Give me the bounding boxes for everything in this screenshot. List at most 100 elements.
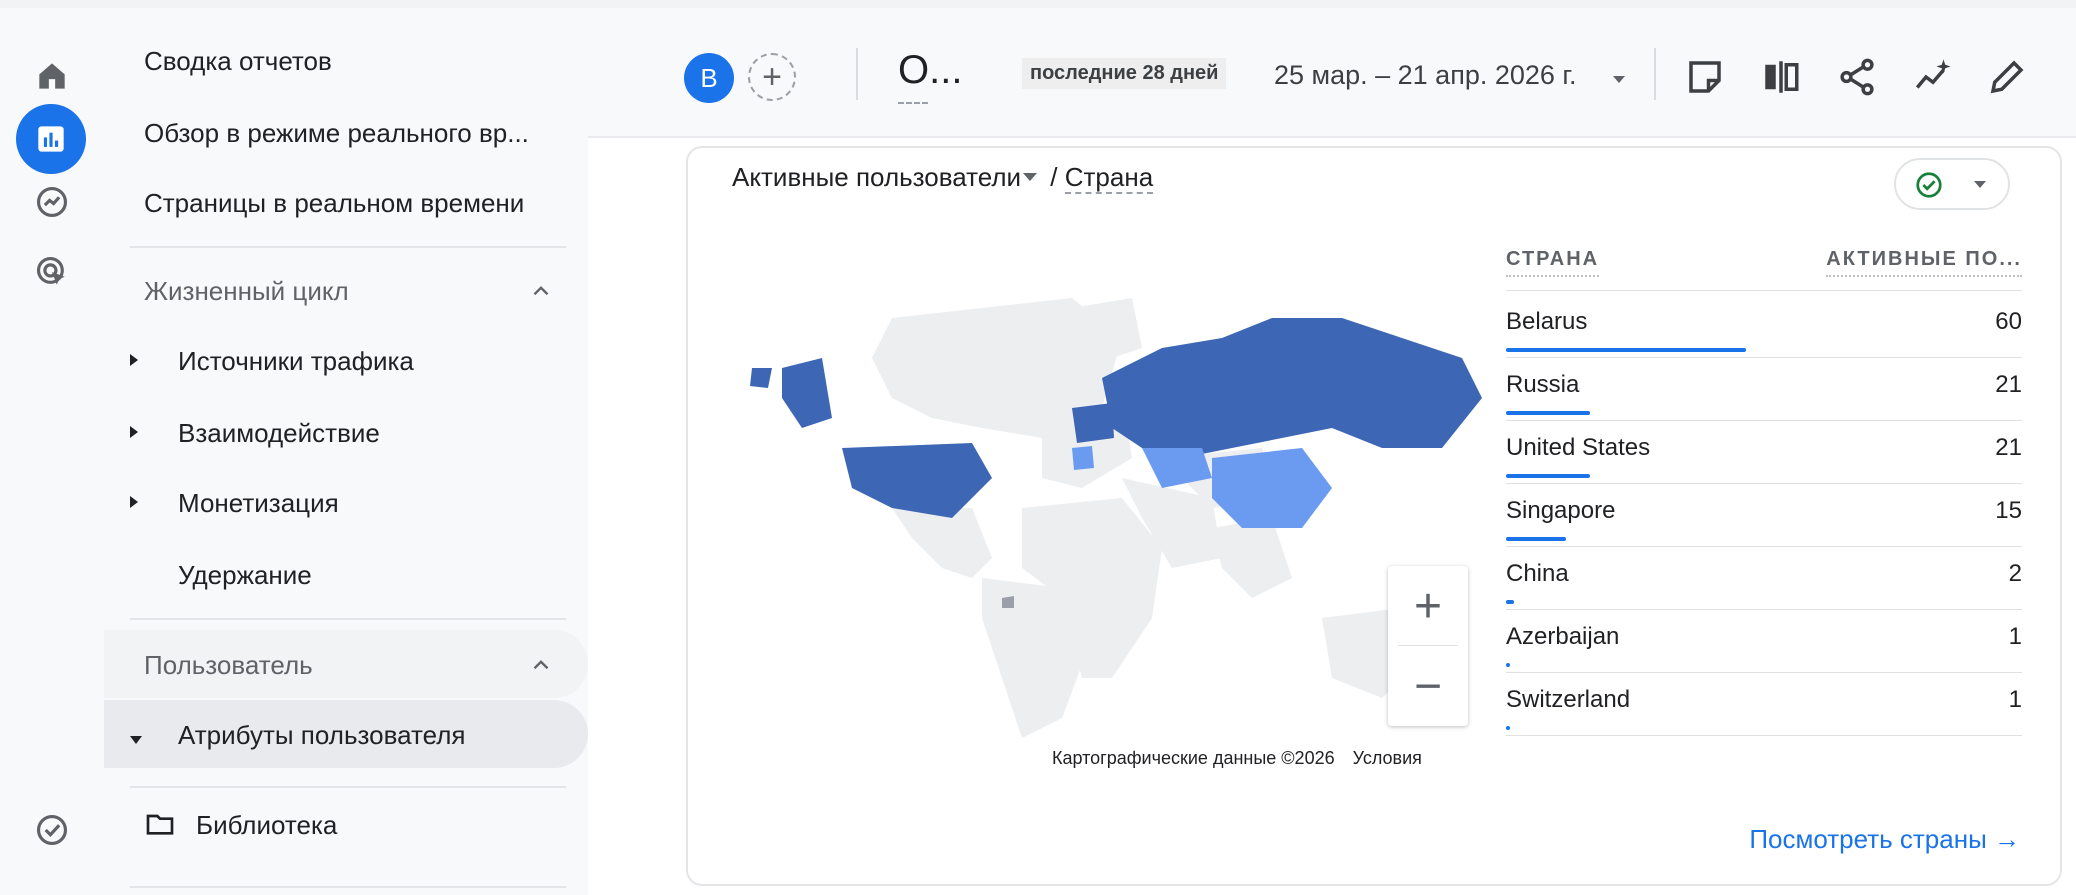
explore-trend-icon xyxy=(36,186,68,218)
view-countries-link[interactable]: Посмотреть страны → xyxy=(1749,824,2020,855)
active-users-value: 21 xyxy=(1995,371,2022,398)
map-terms-link[interactable]: Условия xyxy=(1353,748,1422,768)
check-circle-icon xyxy=(1916,172,1942,198)
admin-check-rail-button[interactable] xyxy=(18,796,86,864)
map-data-credit: Картографические данные ©2026 xyxy=(1052,748,1335,768)
value-bar xyxy=(1506,474,1590,478)
table-row[interactable]: Russia 21 xyxy=(1506,359,2022,421)
value-bar xyxy=(1506,411,1590,415)
expand-arrow-icon[interactable] xyxy=(130,354,138,366)
check-circle-icon xyxy=(36,814,68,846)
active-users-value: 1 xyxy=(2008,623,2022,650)
map-region-alaska xyxy=(782,358,832,428)
table-row[interactable]: China 2 xyxy=(1506,548,2022,610)
add-comparison-button[interactable]: + xyxy=(748,53,796,101)
country-name: United States xyxy=(1506,434,1651,461)
country-name: Switzerland xyxy=(1506,686,1631,713)
data-quality-button[interactable] xyxy=(1894,158,2010,210)
nav-divider xyxy=(130,246,566,248)
row-divider xyxy=(1506,546,2022,547)
country-name: Belarus xyxy=(1506,308,1588,335)
row-divider xyxy=(1506,672,2022,673)
top-strip xyxy=(0,0,2076,8)
nav-section-lifecycle[interactable]: Жизненный цикл xyxy=(144,276,349,307)
value-bar xyxy=(1506,348,1746,352)
map-region-mexico xyxy=(892,508,992,578)
value-bar xyxy=(1506,726,1510,730)
dimension-selector[interactable]: Страна xyxy=(1064,162,1154,194)
nav-item-traffic[interactable]: Источники трафика xyxy=(178,346,414,377)
metric-dropdown-icon[interactable] xyxy=(1023,173,1038,182)
table-row[interactable]: Switzerland 1 xyxy=(1506,674,2022,736)
date-dropdown-icon[interactable] xyxy=(1613,76,1625,83)
expand-arrow-icon[interactable] xyxy=(130,496,138,508)
table-row[interactable]: Azerbaijan 1 xyxy=(1506,611,2022,673)
zoom-in-button[interactable]: + xyxy=(1388,566,1468,646)
explore-rail-button[interactable] xyxy=(18,168,86,236)
date-range-text[interactable]: 25 мар. – 21 апр. 2026 г. xyxy=(1274,60,1576,91)
column-header-active-users[interactable]: АКТИВНЫЕ ПО... xyxy=(1826,248,2022,277)
map-region-belarus xyxy=(1072,403,1114,443)
active-users-value: 15 xyxy=(1995,497,2022,524)
map-region-usa xyxy=(842,443,992,518)
table-row[interactable]: United States 21 xyxy=(1506,422,2022,484)
world-map[interactable] xyxy=(742,278,1486,738)
row-divider xyxy=(1506,735,2022,736)
expand-arrow-icon[interactable] xyxy=(130,426,138,438)
advertising-rail-button[interactable] xyxy=(18,238,86,306)
chevron-up-icon[interactable] xyxy=(528,652,554,678)
nav-realtime-pages[interactable]: Страницы в реальном времени xyxy=(144,188,524,219)
map-region-russia xyxy=(1102,318,1482,458)
nav-item-user-attributes[interactable]: Атрибуты пользователя xyxy=(178,720,465,751)
header-divider xyxy=(856,48,858,100)
country-name: China xyxy=(1506,560,1569,587)
nav-reports-snapshot[interactable]: Сводка отчетов xyxy=(144,46,332,77)
reports-nav: Сводка отчетов Обзор в режиме реального … xyxy=(104,8,588,895)
zoom-out-button[interactable]: − xyxy=(1388,646,1468,726)
share-icon[interactable] xyxy=(1836,56,1878,98)
map-region-switzerland xyxy=(1072,446,1094,470)
active-users-by-country-card: Активные пользователи / Страна + − Карто… xyxy=(686,146,2062,886)
table-row[interactable]: Singapore 15 xyxy=(1506,485,2022,547)
title-separator: / xyxy=(1043,162,1065,192)
nav-item-retention[interactable]: Удержание xyxy=(178,560,312,591)
nav-divider xyxy=(130,618,566,620)
map-region-small-grey xyxy=(1002,596,1014,608)
column-header-country[interactable]: СТРАНА xyxy=(1506,248,1600,277)
header-rule xyxy=(1506,290,2022,291)
nav-divider xyxy=(130,886,566,888)
date-preset-chip[interactable]: последние 28 дней xyxy=(1022,58,1227,89)
folder-icon xyxy=(146,814,174,835)
comparison-avatar[interactable]: B xyxy=(684,53,734,103)
insights-sparkle-icon[interactable] xyxy=(1912,56,1954,98)
map-region-china xyxy=(1212,448,1332,528)
nav-library[interactable]: Библиотека xyxy=(196,810,337,841)
nav-item-engagement[interactable]: Взаимодействие xyxy=(178,418,380,449)
metric-selector[interactable]: Активные пользователи xyxy=(732,162,1021,192)
country-name: Singapore xyxy=(1506,497,1616,524)
active-users-value: 1 xyxy=(2008,686,2022,713)
map-region-aleutians xyxy=(750,368,772,388)
reports-rail-button[interactable] xyxy=(16,104,86,174)
table-row[interactable]: Belarus 60 xyxy=(1506,296,2022,358)
note-icon[interactable] xyxy=(1684,56,1726,98)
home-rail-button[interactable] xyxy=(18,42,86,110)
row-divider xyxy=(1506,483,2022,484)
active-users-value: 2 xyxy=(2008,560,2022,587)
value-bar xyxy=(1506,537,1566,541)
collapse-arrow-icon[interactable] xyxy=(130,736,142,744)
chevron-up-icon[interactable] xyxy=(528,278,554,304)
comparison-label[interactable]: О... xyxy=(898,48,962,93)
report-header: B + О... последние 28 дней 25 мар. – 21 … xyxy=(588,8,2076,138)
country-name: Azerbaijan xyxy=(1506,623,1620,650)
home-icon xyxy=(39,63,65,89)
compare-columns-icon[interactable] xyxy=(1760,56,1802,98)
value-bar xyxy=(1506,663,1510,667)
nav-section-user[interactable]: Пользователь xyxy=(144,650,313,681)
header-divider xyxy=(1654,48,1656,100)
edit-pencil-icon[interactable] xyxy=(1986,56,2028,98)
nav-item-monetization[interactable]: Монетизация xyxy=(178,488,339,519)
nav-realtime-overview[interactable]: Обзор в режиме реального вр... xyxy=(144,118,529,149)
active-users-value: 21 xyxy=(1995,434,2022,461)
row-divider xyxy=(1506,357,2022,358)
